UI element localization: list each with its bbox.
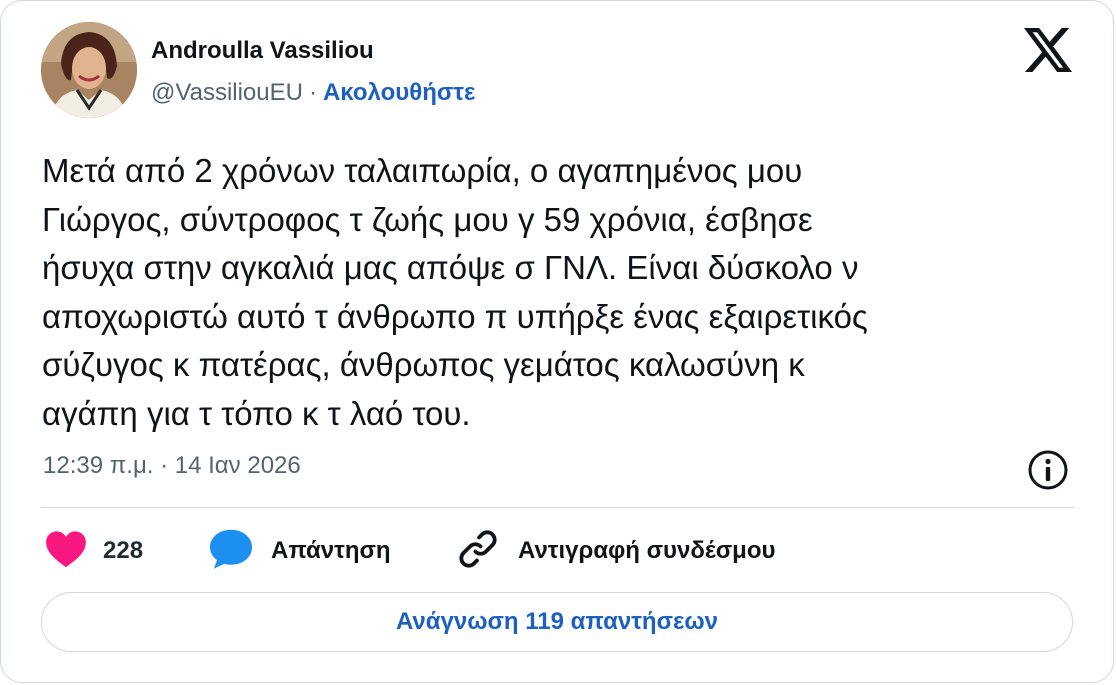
copy-link-label: Αντιγραφή συνδέσμου — [518, 537, 776, 564]
avatar-photo — [41, 22, 137, 118]
tweet-card: Androulla Vassiliou @VassiliouEU · Ακολουθ… — [0, 0, 1114, 683]
tweet-timestamp[interactable]: 12:39 π.μ. · 14 Ιαν 2026 — [43, 452, 301, 480]
x-logo-icon[interactable] — [1024, 28, 1072, 72]
reply-button[interactable]: Απάντηση — [208, 527, 391, 575]
divider — [41, 507, 1075, 508]
link-icon — [456, 527, 500, 576]
read-replies-button[interactable]: Ανάγνωση 119 απαντήσεων — [41, 592, 1073, 652]
avatar[interactable] — [41, 22, 137, 118]
reply-label: Απάντηση — [271, 537, 391, 564]
handle-separator: · — [308, 79, 317, 106]
handle-row: @VassiliouEU · Ακολουθήστε — [151, 79, 475, 107]
like-button[interactable]: 228 — [45, 527, 143, 575]
copy-link-button[interactable]: Αντιγραφή συνδέσμου — [456, 527, 775, 575]
author-name[interactable]: Androulla Vassiliou — [151, 37, 374, 65]
tweet-text: Μετά από 2 χρόνων ταλαιπωρία, ο αγαπημέν… — [42, 152, 868, 432]
info-icon[interactable] — [1026, 448, 1070, 492]
like-count: 228 — [103, 537, 144, 564]
follow-button[interactable]: Ακολουθήστε — [323, 79, 475, 106]
speech-bubble-icon — [208, 528, 254, 575]
author-handle[interactable]: @VassiliouEU — [151, 79, 303, 106]
heart-icon — [45, 530, 87, 573]
